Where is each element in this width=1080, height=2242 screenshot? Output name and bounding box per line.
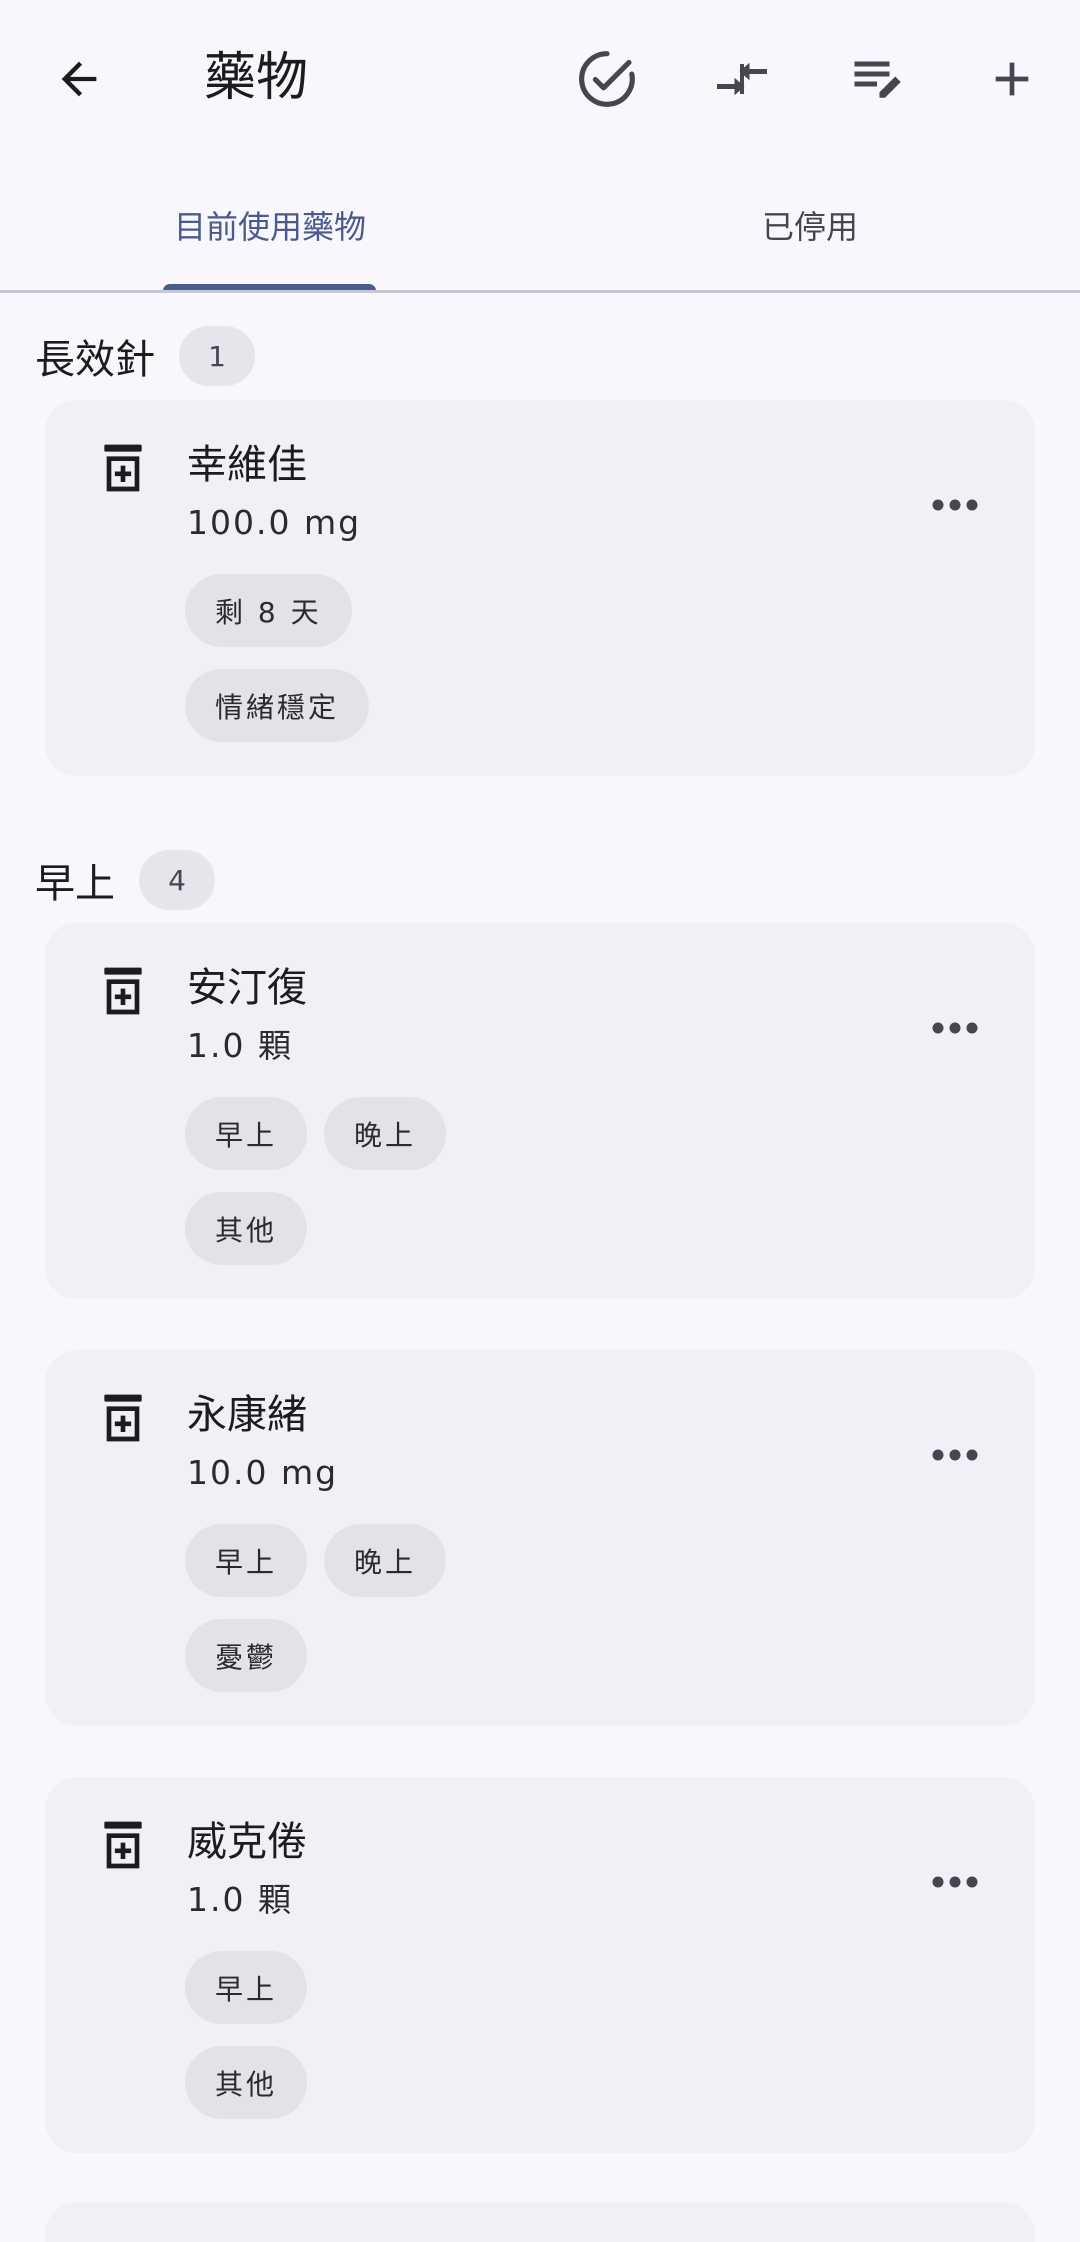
tab-current-medications[interactable]: 目前使用藥物 bbox=[0, 158, 540, 291]
section-header-morning: 早上 4 bbox=[35, 850, 215, 910]
page-title: 藥物 bbox=[204, 48, 309, 108]
medication-bottle-icon bbox=[104, 444, 142, 492]
more-options-button[interactable] bbox=[915, 1847, 995, 1917]
section-count-badge: 1 bbox=[179, 326, 255, 386]
tab-label: 已停用 bbox=[761, 207, 858, 246]
edit-list-button[interactable] bbox=[832, 34, 922, 124]
arrow-back-icon bbox=[61, 61, 97, 97]
medication-bottle-icon bbox=[104, 1821, 142, 1869]
back-button[interactable] bbox=[34, 34, 124, 124]
compare-arrows-icon bbox=[717, 62, 767, 96]
section-count-badge: 4 bbox=[139, 850, 215, 910]
medication-card[interactable]: 威克倦 1.0 顆 早上 其他 bbox=[45, 1777, 1035, 2153]
indication-chip[interactable]: 其他 bbox=[185, 2046, 308, 2119]
section-header-long-acting: 長效針 1 bbox=[35, 326, 255, 386]
indication-chip[interactable]: 情緒穩定 bbox=[185, 669, 370, 742]
edit-list-icon bbox=[854, 61, 901, 98]
tab-bar: 目前使用藥物 已停用 bbox=[0, 158, 1080, 291]
medication-dose: 100.0 mg bbox=[187, 503, 362, 542]
remaining-days-chip[interactable]: 剩 8 天 bbox=[185, 574, 352, 647]
check-circle-icon bbox=[579, 51, 635, 107]
more-horiz-icon bbox=[932, 1876, 978, 1888]
time-chip[interactable]: 晚上 bbox=[324, 1097, 447, 1170]
divider bbox=[0, 290, 1080, 293]
medication-name: 永康緒 bbox=[187, 1392, 307, 1438]
tab-discontinued[interactable]: 已停用 bbox=[540, 158, 1080, 291]
medication-name: 幸維佳 bbox=[187, 442, 307, 488]
more-horiz-icon bbox=[932, 1022, 978, 1034]
section-label: 早上 bbox=[35, 861, 115, 907]
medication-card[interactable]: 幸維佳 100.0 mg 剩 8 天 情緒穩定 bbox=[45, 400, 1035, 776]
more-options-button[interactable] bbox=[915, 1420, 995, 1490]
medication-dose: 10.0 mg bbox=[187, 1453, 339, 1492]
medication-card[interactable]: 永康緒 10.0 mg 早上 晚上 憂鬱 bbox=[45, 1350, 1035, 1726]
compare-button[interactable] bbox=[697, 34, 787, 124]
more-options-button[interactable] bbox=[915, 470, 995, 540]
time-chip[interactable]: 早上 bbox=[185, 1097, 308, 1170]
more-options-button[interactable] bbox=[915, 993, 995, 1063]
more-horiz-icon bbox=[932, 1449, 978, 1461]
medication-card[interactable]: 安汀復 1.0 顆 早上 晚上 其他 bbox=[45, 923, 1035, 1299]
time-chip[interactable]: 早上 bbox=[185, 1524, 308, 1597]
time-chip[interactable]: 早上 bbox=[185, 1951, 308, 2024]
more-horiz-icon bbox=[932, 499, 978, 511]
mark-taken-button[interactable] bbox=[562, 34, 652, 124]
medication-name: 威克倦 bbox=[187, 1819, 307, 1865]
indication-chip[interactable]: 憂鬱 bbox=[185, 1619, 308, 1692]
medication-dose: 1.0 顆 bbox=[187, 1880, 293, 1919]
medication-card-partial[interactable] bbox=[45, 2202, 1035, 2242]
add-icon bbox=[995, 62, 1029, 96]
tab-label: 目前使用藥物 bbox=[173, 207, 366, 246]
medication-bottle-icon bbox=[104, 1394, 142, 1442]
medication-dose: 1.0 顆 bbox=[187, 1026, 293, 1065]
time-chip[interactable]: 晚上 bbox=[324, 1524, 447, 1597]
medication-bottle-icon bbox=[104, 967, 142, 1015]
indication-chip[interactable]: 其他 bbox=[185, 1192, 308, 1265]
top-app-bar: 藥物 bbox=[0, 0, 1080, 158]
section-label: 長效針 bbox=[35, 337, 155, 383]
medication-name: 安汀復 bbox=[187, 965, 307, 1011]
add-button[interactable] bbox=[967, 34, 1057, 124]
